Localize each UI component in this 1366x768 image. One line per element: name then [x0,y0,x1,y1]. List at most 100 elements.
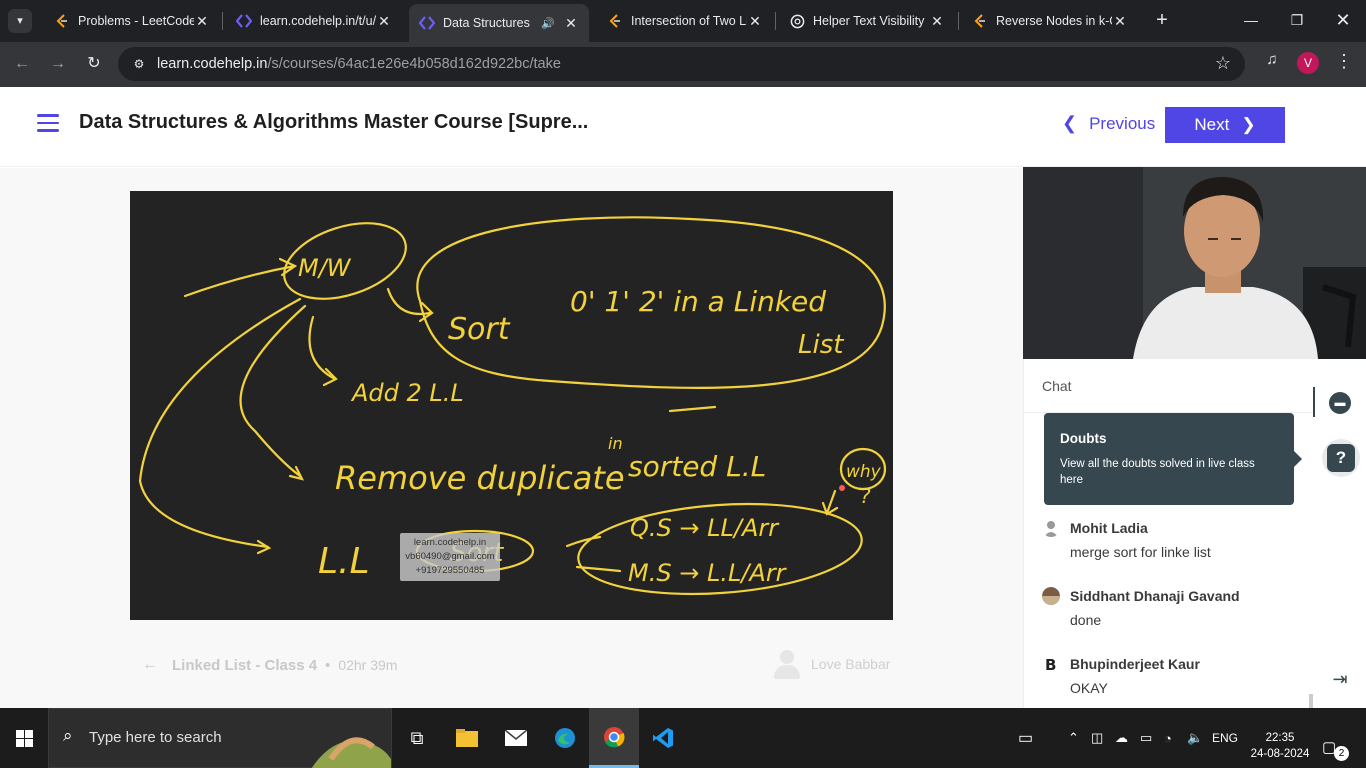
instructor-avatar [772,648,802,680]
mail-icon[interactable] [491,708,541,768]
back-button[interactable]: ← [8,50,36,78]
svg-text:?: ? [860,484,871,508]
message-author: Bhupinderjeet Kaur [1070,656,1200,672]
tab-search-button[interactable]: ▾ [8,9,32,33]
cloud-icon[interactable]: ☁ [1115,708,1128,768]
url-text[interactable]: learn.codehelp.in/s/courses/64ac1e26e4b0… [157,56,561,72]
svg-text:M/W: M/W [298,254,352,282]
tab-title: learn.codehelp.in/t/u/ [260,14,376,28]
speaker-icon[interactable]: 🔊 [541,17,555,30]
media-controls-icon[interactable]: ♫ [1260,51,1284,68]
chatgpt-icon [789,13,805,29]
svg-text:Add 2 L.L: Add 2 L.L [350,379,464,407]
tooltip-pointer [1294,451,1302,467]
show-hidden-icons[interactable]: ⌃ [1068,708,1079,768]
restore-button[interactable]: ❐ [1274,0,1320,42]
tab-title: Reverse Nodes in k-G [996,14,1112,28]
bookmark-star-icon[interactable]: ☆ [1215,53,1231,74]
menu-icon[interactable] [37,114,59,132]
close-window-button[interactable]: ✕ [1320,0,1366,42]
message-text: done [1070,612,1102,628]
active-indicator [1313,387,1315,417]
profile-avatar[interactable]: V [1297,52,1319,74]
tab-title: Problems - LeetCode [78,14,194,28]
doubts-button[interactable]: ? [1322,439,1360,477]
svg-text:Sort: Sort [448,312,511,347]
windows-logo-icon [15,729,33,747]
course-title: Data Structures & Algorithms Master Cour… [79,111,589,133]
close-tab-icon[interactable]: ✕ [194,13,210,30]
lesson-main: M/W Sort 0' 1' 2' in a Linked List Add 2… [0,168,1023,708]
exit-icon[interactable]: ⇥ [1328,669,1352,693]
lecture-title: Linked List - Class 4 [172,656,318,674]
chevron-right-icon: ❯ [1241,115,1256,134]
browser-tab-leetcode-problems[interactable]: Problems - LeetCode ✕ [44,4,220,38]
chat-message: Siddhant Dhanaji Gavand done [1042,587,1240,628]
leetcode-icon [607,13,623,29]
minimize-button[interactable]: — [1228,0,1274,42]
windows-taskbar: ⌕ Type here to search ⧉ ▭ ⌃ ◫ ☁ ▭ ◔ 🔈 EN… [0,708,1366,768]
camera-icon[interactable]: ◫ [1091,708,1103,768]
browser-tab-intersection[interactable]: Intersection of Two Li ✕ [597,4,773,38]
system-clock[interactable]: 22:35 24-08-2024 [1250,730,1310,762]
close-tab-icon[interactable]: ✕ [1112,13,1128,30]
tooltip-title: Doubts [1060,431,1107,446]
question-icon: ? [1327,444,1355,472]
tooltip-text: View all the doubts solved in live class… [1060,458,1255,486]
keyboard-icon[interactable]: ▭ [1018,708,1033,768]
back-arrow-icon[interactable]: ← [142,656,158,674]
new-tab-button[interactable]: + [1150,9,1174,33]
clock-time: 22:35 [1265,732,1295,744]
browser-tab-reverse-nodes[interactable]: Reverse Nodes in k-G ✕ [962,4,1138,38]
video-watermark: learn.codehelp.in vb60490@gmail.com +919… [400,533,500,581]
browser-tab-codehelp-t[interactable]: learn.codehelp.in/t/u/ ✕ [226,4,402,38]
browser-tab-course-active[interactable]: Data Structures & 🔊 ✕ [409,4,589,42]
user-avatar-icon [1044,521,1058,537]
svg-text:in: in [608,434,623,453]
language-indicator[interactable]: ENG [1212,708,1238,768]
notification-center-icon[interactable]: ▢ 2 [1322,738,1349,761]
video-player[interactable]: M/W Sort 0' 1' 2' in a Linked List Add 2… [130,191,893,620]
webcam-feed [1023,167,1366,359]
svg-text:Remove duplicate: Remove duplicate [335,459,625,497]
close-tab-icon[interactable]: ✕ [747,13,763,30]
previous-label: Previous [1089,113,1156,133]
next-button[interactable]: Next ❯ [1165,107,1285,143]
browser-toolbar: ← → ↻ ⚙ learn.codehelp.in/s/courses/64ac… [0,42,1366,87]
forward-button[interactable]: → [44,50,72,78]
tab-separator [222,12,223,30]
vscode-icon[interactable] [638,708,688,768]
task-view-icon[interactable]: ⧉ [392,708,442,768]
leetcode-icon [54,13,70,29]
svg-text:0' 1' 2' in a Linked: 0' 1' 2' in a Linked [570,285,826,318]
browser-tab-strip: ▾ Problems - LeetCode ✕ learn.codehelp.i… [0,0,1366,42]
browser-menu-icon[interactable]: ⋮ [1332,51,1356,72]
edge-icon[interactable] [540,708,590,768]
chat-panel: Chat Doubts View all the doubts solved i… [1023,359,1314,708]
taskbar-search[interactable]: ⌕ Type here to search [48,708,392,768]
site-settings-icon[interactable]: ⚙ [130,55,148,73]
previous-button[interactable]: ❮ Previous [1062,113,1155,134]
tab-title: Intersection of Two Li [631,14,747,28]
whiteboard-drawing: M/W Sort 0' 1' 2' in a Linked List Add 2… [138,216,887,596]
browser-tab-helper-text[interactable]: Helper Text Visibility ✕ [779,4,955,38]
course-header: Data Structures & Algorithms Master Cour… [0,87,1366,167]
battery-icon[interactable]: ▭ [1140,708,1152,768]
chat-icon[interactable]: ▬ [1329,392,1351,414]
address-bar[interactable]: ⚙ learn.codehelp.in/s/courses/64ac1e26e4… [118,47,1245,81]
close-tab-icon[interactable]: ✕ [563,15,579,32]
close-tab-icon[interactable]: ✕ [929,13,945,30]
svg-text:Q.S → LL/Arr: Q.S → LL/Arr [630,514,780,542]
wifi-icon[interactable]: ◔ [1164,708,1172,768]
reload-button[interactable]: ↻ [80,50,108,78]
file-explorer-icon[interactable] [442,708,492,768]
search-icon: ⌕ [63,726,73,745]
volume-icon[interactable]: 🔈 [1187,708,1203,768]
message-author: Mohit Ladia [1070,520,1148,536]
start-button[interactable] [0,708,48,768]
tab-separator [958,12,959,30]
chrome-icon[interactable] [589,708,639,768]
svg-text:L.L: L.L [318,541,370,582]
instructor-info: Love Babbar [772,648,890,680]
close-tab-icon[interactable]: ✕ [376,13,392,30]
